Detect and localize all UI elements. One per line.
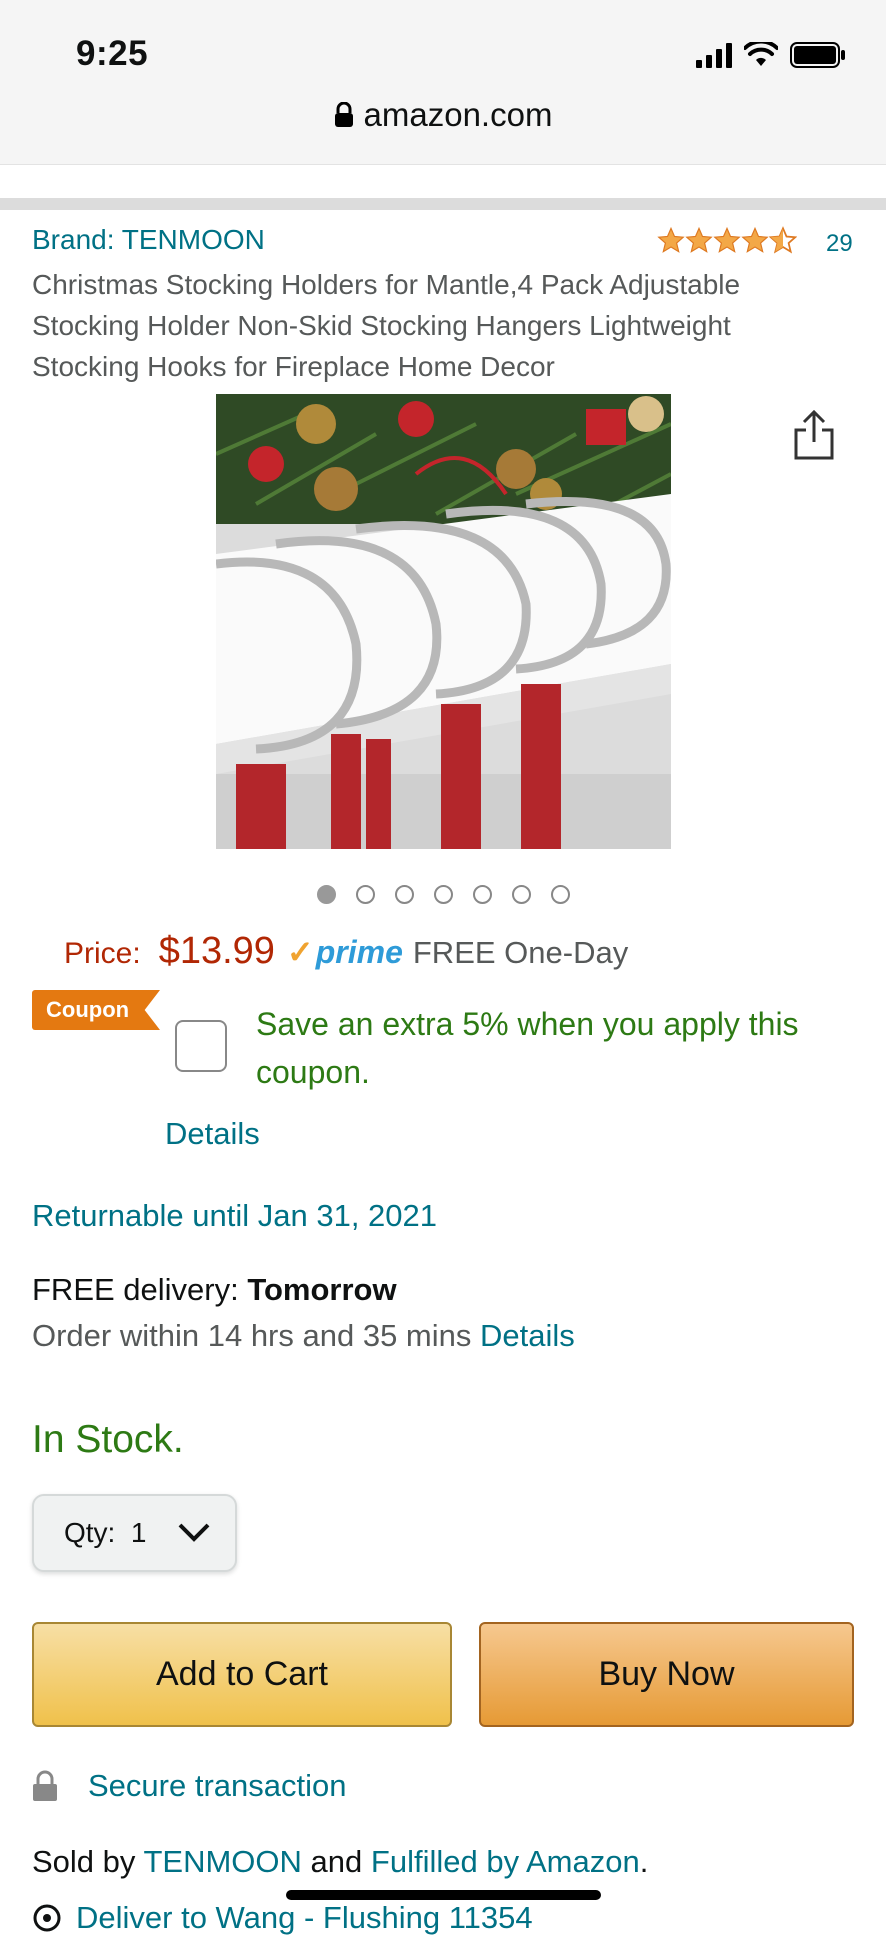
coupon-badge: Coupon (32, 990, 160, 1030)
star-full-icon (713, 226, 741, 253)
seller-link[interactable]: TENMOON (143, 1844, 301, 1879)
carousel-dot[interactable] (433, 885, 453, 904)
carousel-dot[interactable] (511, 885, 531, 904)
sold-by-prefix: Sold by (32, 1844, 136, 1879)
image-carousel-dots[interactable] (0, 885, 886, 904)
secure-transaction-text: Secure transaction (88, 1768, 347, 1803)
fulfilled-by-link[interactable]: Fulfilled by Amazon (371, 1844, 640, 1879)
star-rating[interactable] (657, 226, 797, 254)
status-icons (696, 40, 846, 70)
location-pin-icon (33, 1904, 61, 1932)
quantity-select[interactable]: Qty: 1 (32, 1494, 237, 1572)
rating-count-link[interactable]: 29 (826, 230, 853, 258)
chevron-down-icon (178, 1523, 210, 1542)
star-full-icon (657, 226, 685, 253)
shipping-speed: FREE One-Day (412, 935, 629, 970)
carousel-dot[interactable] (316, 885, 336, 904)
sold-by: Sold by TENMOON and Fulfilled by Amazon. (32, 1844, 648, 1880)
product-image[interactable] (216, 394, 671, 849)
url-text: amazon.com (363, 96, 553, 133)
browser-header: 9:25 amazon.com (0, 0, 886, 165)
deliver-to-text: Deliver to Wang - Flushing 11354 (76, 1900, 533, 1935)
order-within: Order within 14 hrs and 35 mins Details (32, 1318, 575, 1354)
carousel-dot[interactable] (472, 885, 492, 904)
star-full-icon (685, 226, 713, 253)
brand-link[interactable]: Brand: TENMOON (32, 224, 265, 256)
product-title: Christmas Stocking Holders for Mantle,4 … (32, 269, 741, 382)
delivery-info: FREE delivery: Tomorrow (32, 1272, 397, 1308)
carousel-dot[interactable] (394, 885, 414, 904)
star-half-icon (769, 226, 797, 254)
battery-icon (790, 42, 845, 68)
share-icon[interactable] (790, 408, 838, 462)
star-full-icon (741, 226, 769, 253)
returnable-link[interactable]: Returnable until Jan 31, 2021 (32, 1198, 437, 1234)
delivery-prefix: FREE delivery: (32, 1272, 239, 1307)
buy-now-button[interactable]: Buy Now (479, 1622, 854, 1727)
lock-icon (33, 1770, 57, 1801)
prime-check-icon: ✓ (286, 934, 314, 970)
cellular-signal-icon (696, 42, 732, 68)
home-indicator[interactable] (286, 1890, 601, 1900)
add-to-cart-button[interactable]: Add to Cart (32, 1622, 452, 1727)
status-time: 9:25 (76, 34, 149, 73)
price-value: $13.99 (158, 930, 275, 972)
stocking-holders-illustration (216, 394, 671, 849)
address-bar[interactable]: amazon.com (0, 96, 886, 136)
carousel-dot[interactable] (550, 885, 570, 904)
price-row: Price: $13.99 ✓ prime FREE One-Day (64, 930, 628, 973)
coupon-text[interactable]: Save an extra 5% when you apply this cou… (256, 1000, 816, 1096)
carousel-dot[interactable] (355, 885, 375, 904)
price-label: Price: (64, 937, 141, 970)
quantity-value: 1 (130, 1517, 147, 1548)
wifi-icon (744, 42, 778, 66)
prime-logo: prime (315, 934, 403, 970)
secure-transaction[interactable]: Secure transaction (32, 1768, 346, 1804)
sold-by-and: and (310, 1844, 363, 1879)
lock-icon (334, 98, 354, 136)
stock-status: In Stock. (32, 1418, 184, 1461)
quantity-label: Qty: (64, 1517, 116, 1548)
section-divider (0, 198, 886, 210)
coupon-checkbox[interactable] (175, 1020, 227, 1072)
coupon-details-link[interactable]: Details (165, 1116, 260, 1152)
delivery-day: Tomorrow (247, 1272, 397, 1307)
deliver-to[interactable]: Deliver to Wang - Flushing 11354 (32, 1900, 533, 1936)
order-within-text: Order within 14 hrs and 35 mins (32, 1318, 472, 1353)
sold-by-period: . (639, 1844, 649, 1879)
delivery-details-link[interactable]: Details (480, 1318, 575, 1353)
